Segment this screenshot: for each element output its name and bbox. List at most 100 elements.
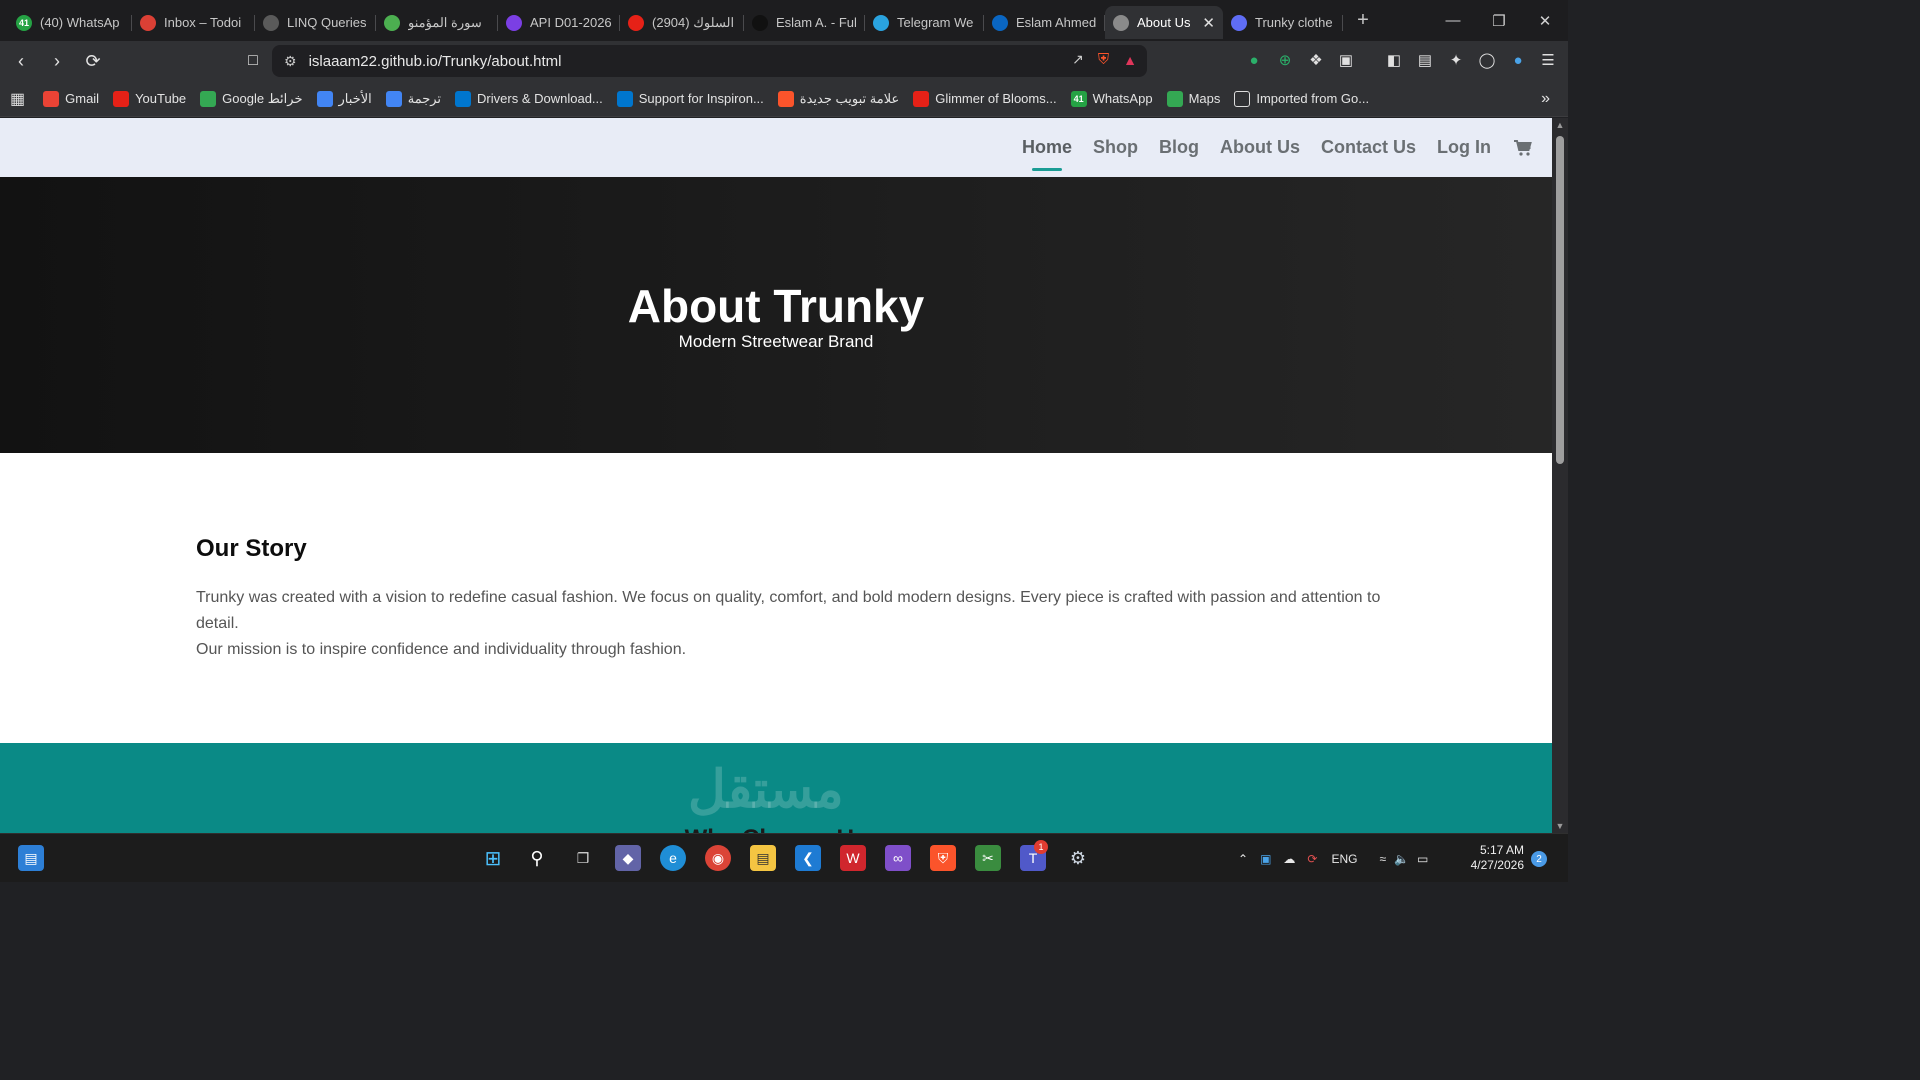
bookmark-item[interactable]: ترجمة	[385, 90, 441, 107]
visual-studio-icon[interactable]: ∞	[885, 845, 911, 871]
bookmark-item[interactable]: الأخبار	[316, 90, 372, 107]
chatgpt-icon	[263, 14, 279, 31]
clock-time: 5:17 AM	[1479, 843, 1524, 857]
task-view-icon[interactable]: ❐	[570, 845, 596, 871]
brave-icon	[777, 90, 794, 107]
sidebar-icon[interactable]: ◧	[1383, 49, 1405, 71]
browser-tab[interactable]: Eslam Ahmed	[984, 6, 1105, 39]
nav-link-home[interactable]: Home	[1022, 137, 1072, 171]
browser-tab[interactable]: Eslam A. - Ful	[744, 6, 865, 39]
chevron-up-icon[interactable]: ⌃	[1238, 852, 1248, 866]
browser-tab[interactable]: Trunky clothe	[1223, 6, 1343, 39]
browser-tab[interactable]: About Us ✕	[1105, 6, 1223, 39]
browser-tab[interactable]: Inbox – Todoi	[132, 6, 255, 39]
screenshot-icon[interactable]: ▣	[1335, 49, 1357, 71]
vpn-icon[interactable]: ◯	[1476, 49, 1498, 71]
nav-link-log-in[interactable]: Log In	[1437, 137, 1491, 158]
bookmark-item[interactable]: YouTube	[113, 90, 186, 107]
system-tray: ⌃ ▣ ☁ ⟳ ENG ≈ 🔈 ▭	[1238, 834, 1428, 883]
settings-icon[interactable]: ⚙	[1065, 845, 1091, 871]
nav-link-about-us[interactable]: About Us	[1220, 137, 1300, 158]
browser-tab[interactable]: سورة المؤمنو	[376, 6, 498, 39]
menu-icon[interactable]: ☰	[1537, 49, 1559, 71]
search-icon[interactable]: ⚲	[524, 845, 550, 871]
bookmark-item[interactable]: علامة تبويب جديدة	[777, 90, 899, 107]
snipping-tool-icon[interactable]: ✂	[975, 845, 1001, 871]
bookmark-item[interactable]: 41 WhatsApp	[1070, 90, 1153, 107]
new-tab-button[interactable]: +	[1347, 9, 1379, 32]
url-text[interactable]: islaaam22.github.io/Trunky/about.html	[309, 53, 562, 70]
browser-tab[interactable]: API D01-2026	[498, 6, 620, 39]
bookmark-item[interactable]: Gmail	[43, 90, 99, 107]
restore-icon[interactable]: ❐	[1476, 0, 1522, 41]
puzzle-icon[interactable]: ❖	[1305, 49, 1327, 71]
wps-office-icon[interactable]: W	[840, 845, 866, 871]
site-info-icon[interactable]: ⚙	[284, 53, 297, 70]
bookmark-item[interactable]: Glimmer of Blooms...	[913, 90, 1057, 107]
brave-rewards-icon[interactable]: ▲	[1123, 52, 1137, 68]
share-icon[interactable]: ↗	[1072, 51, 1084, 68]
dell-icon	[616, 90, 633, 107]
browser-tab[interactable]: السلوك (2904)	[620, 6, 744, 39]
tab-title: API D01-2026	[530, 15, 612, 30]
tab-title: Eslam A. - Ful	[776, 15, 857, 30]
nav-link-shop[interactable]: Shop	[1093, 137, 1138, 158]
apps-icon[interactable]: ▦	[10, 89, 25, 109]
bookmark-item[interactable]: Imported from Go...	[1234, 90, 1369, 107]
bookmark-item[interactable]: Google خرائط	[200, 90, 303, 107]
youtube-icon	[628, 14, 644, 31]
tray-app-icon[interactable]: ▣	[1260, 852, 1271, 866]
more-bookmarks-icon[interactable]: »	[1541, 90, 1550, 108]
tab-strip: 41 (40) WhatsAp Inbox – Todoi LINQ Queries س…	[0, 0, 1568, 41]
wallet-icon[interactable]: ▤	[1414, 49, 1436, 71]
chrome-icon[interactable]: ◉	[705, 845, 731, 871]
bookmark-label: Google خرائط	[222, 90, 303, 106]
reload-icon[interactable]: ⟳	[78, 46, 108, 76]
page-scrollbar[interactable]: ▲ ▼	[1552, 118, 1568, 833]
widgets-icon[interactable]: ▤	[18, 845, 44, 871]
bookmark-item[interactable]: Drivers & Download...	[455, 90, 603, 107]
close-tab-icon[interactable]: ✕	[1202, 14, 1215, 32]
file-explorer-icon[interactable]: ▤	[750, 845, 776, 871]
cart-icon[interactable]	[1512, 137, 1534, 159]
language-indicator[interactable]: ENG	[1331, 852, 1357, 866]
nav-link-blog[interactable]: Blog	[1159, 137, 1199, 158]
teams-badge: 1	[1034, 840, 1048, 854]
battery-icon[interactable]: ▭	[1417, 852, 1428, 866]
browser-tab[interactable]: Telegram We	[865, 6, 984, 39]
bookmark-page-icon[interactable]: □	[238, 46, 268, 76]
youtube-icon	[913, 90, 930, 107]
start-icon[interactable]: ⊞	[480, 845, 506, 871]
address-bar[interactable]: ⚙ islaaam22.github.io/Trunky/about.html …	[272, 45, 1147, 77]
teams-chat-icon[interactable]: ◆	[615, 845, 641, 871]
browser-tab[interactable]: 41 (40) WhatsAp	[8, 6, 132, 39]
back-icon[interactable]: ‹	[6, 46, 36, 76]
tab-title: Trunky clothe	[1255, 15, 1333, 30]
grammarly-extension-icon[interactable]: ●	[1243, 49, 1265, 71]
nav-link-contact-us[interactable]: Contact Us	[1321, 137, 1416, 158]
bookmark-item[interactable]: Maps	[1166, 90, 1220, 107]
notification-badge[interactable]: 2	[1531, 851, 1547, 867]
add-extension-icon[interactable]: ⊕	[1274, 49, 1296, 71]
profile-icon[interactable]: ●	[1507, 49, 1529, 71]
minimize-icon[interactable]: —	[1430, 0, 1476, 41]
vscode-icon[interactable]: ❮	[795, 845, 821, 871]
clock[interactable]: 5:17 AM 4/27/2026	[1471, 843, 1524, 873]
edge-icon[interactable]: e	[660, 845, 686, 871]
bookmark-item[interactable]: Support for Inspiron...	[616, 90, 764, 107]
scroll-thumb[interactable]	[1556, 136, 1564, 464]
wifi-icon[interactable]: ≈	[1379, 852, 1386, 866]
volume-icon[interactable]: 🔈	[1394, 852, 1409, 866]
brave-taskbar-icon[interactable]: ⛨	[930, 845, 956, 871]
tray-sync-icon[interactable]: ⟳	[1307, 852, 1317, 866]
quran-icon	[384, 14, 400, 31]
scroll-down-icon[interactable]: ▼	[1555, 821, 1565, 831]
brave-shield-icon[interactable]: ⛨	[1098, 51, 1109, 68]
browser-tab[interactable]: LINQ Queries	[255, 6, 376, 39]
scroll-up-icon[interactable]: ▲	[1555, 120, 1565, 130]
tray-network-status-icon[interactable]: ☁	[1283, 852, 1295, 866]
leo-ai-icon[interactable]: ✦	[1445, 49, 1467, 71]
close-window-icon[interactable]: ✕	[1522, 0, 1568, 41]
page-viewport: Home Shop Blog About Us Contact Us Log In Abo…	[0, 118, 1552, 833]
forward-icon[interactable]: ›	[42, 46, 72, 76]
